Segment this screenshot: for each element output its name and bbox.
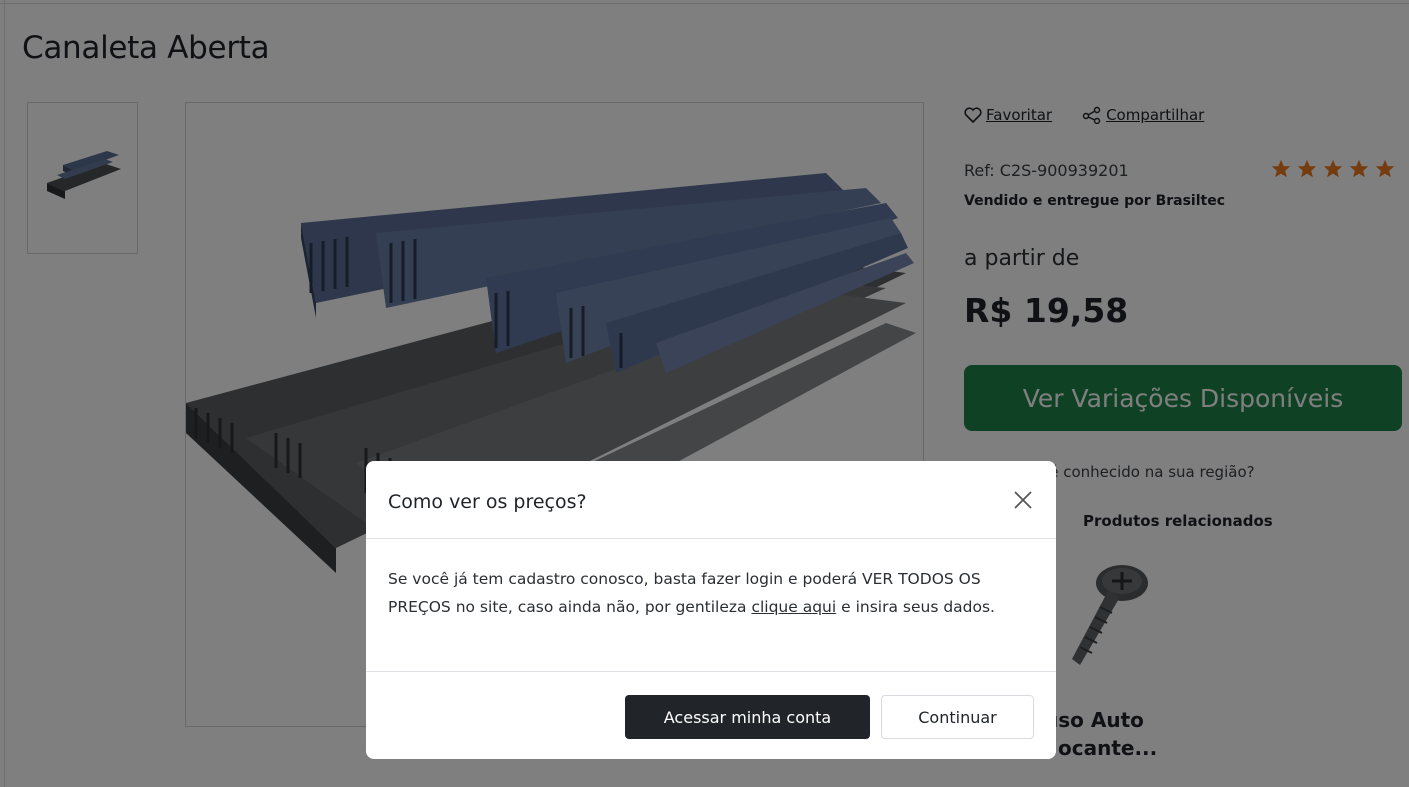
click-here-link[interactable]: clique aqui [751, 598, 836, 616]
continue-button[interactable]: Continuar [881, 695, 1034, 739]
modal-header: Como ver os preços? [366, 461, 1056, 539]
modal-body: Se você já tem cadastro conosco, basta f… [388, 565, 1038, 621]
modal-title: Como ver os preços? [388, 491, 587, 513]
modal-body-text-2: e insira seus dados. [836, 598, 995, 616]
close-icon[interactable] [1012, 489, 1034, 511]
modal-footer: Acessar minha conta Continuar [366, 671, 1056, 759]
price-info-modal: Como ver os preços? Se você já tem cadas… [366, 461, 1056, 759]
access-account-button[interactable]: Acessar minha conta [625, 695, 870, 739]
